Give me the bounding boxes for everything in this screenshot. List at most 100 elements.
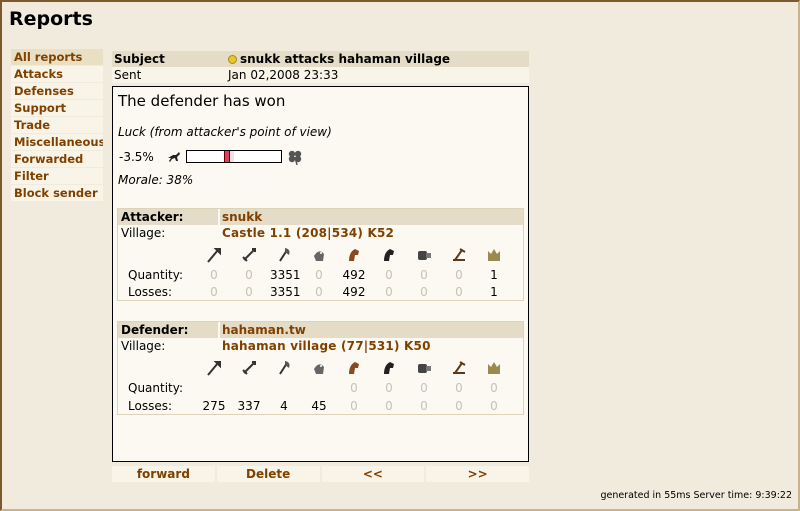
defender-losses-label: Losses: xyxy=(128,399,172,413)
unit-count-heavy-cavalry: 0 xyxy=(385,268,393,282)
server-time-footer: generated in 55ms Server time: 9:39:22 xyxy=(600,490,792,501)
catapult-icon xyxy=(453,361,466,374)
subject-label: Subject xyxy=(112,51,226,67)
unit-count-light-cavalry: 0 xyxy=(350,399,358,413)
ram-icon xyxy=(418,364,431,373)
delete-button[interactable]: Delete xyxy=(216,466,320,482)
unit-count-catapult: 0 xyxy=(455,399,463,413)
sword-icon xyxy=(242,361,256,375)
sidebar-item-attacks[interactable]: Attacks xyxy=(11,66,103,82)
unit-count-heavy-cavalry: 0 xyxy=(385,381,393,395)
defender-losses-row: Losses: 275 337 4 45 0 0 0 0 0 xyxy=(118,398,523,414)
axe-icon xyxy=(279,248,290,262)
sidebar-item-block-sender[interactable]: Block sender xyxy=(11,185,103,201)
report-status-dot-icon xyxy=(228,55,237,64)
unit-count-spear: 275 xyxy=(202,399,226,413)
defender-village[interactable]: hahaman village (77|531) K50 xyxy=(220,338,431,355)
luck-bar-marker xyxy=(224,151,231,162)
unit-count-spy: 0 xyxy=(315,268,323,282)
ram-icon xyxy=(418,251,431,260)
attacker-village[interactable]: Castle 1.1 (208|534) K52 xyxy=(220,225,394,242)
forward-button[interactable]: forward xyxy=(112,466,215,482)
attacker-losses-row: Losses: 0 0 3351 0 492 0 0 0 1 xyxy=(118,284,523,300)
unit-count-sword: 337 xyxy=(237,399,261,413)
unit-count-heavy-cavalry: 0 xyxy=(385,399,393,413)
defender-quantity-row: Quantity: 0 0 0 0 0 xyxy=(118,380,523,396)
unit-count-catapult: 0 xyxy=(455,268,463,282)
subject-cell: snukk attacks hahaman village xyxy=(226,51,529,67)
unit-count-nobleman: 0 xyxy=(490,399,498,413)
axe-icon xyxy=(279,361,290,375)
morale: Morale: 38% xyxy=(118,173,194,187)
spear-icon xyxy=(207,248,221,263)
report-navigation: forward Delete << >> xyxy=(112,466,529,482)
previous-report-button[interactable]: << xyxy=(321,466,425,482)
defender-quantity-label: Quantity: xyxy=(128,381,184,395)
unit-count-catapult: 0 xyxy=(455,381,463,395)
attacker-table: Attacker: snukk Village: Castle 1.1 (208… xyxy=(117,208,524,301)
unit-count-axe: 3351 xyxy=(270,268,301,282)
sidebar-item-defenses[interactable]: Defenses xyxy=(11,83,103,99)
sidebar-item-forwarded[interactable]: Forwarded xyxy=(11,151,103,167)
heavy-cavalry-icon xyxy=(384,362,394,374)
sent-label: Sent xyxy=(112,67,226,83)
unit-count-light-cavalry: 0 xyxy=(350,381,358,395)
sword-icon xyxy=(242,248,256,262)
page-title: Reports xyxy=(9,8,93,30)
unit-count-nobleman: 0 xyxy=(490,381,498,395)
heavy-cavalry-icon xyxy=(384,249,394,261)
unit-count-ram: 0 xyxy=(420,285,428,299)
report-subject: snukk attacks hahaman village xyxy=(240,52,451,66)
clover-icon xyxy=(288,150,302,166)
attacker-quantity-row: Quantity: 0 0 3351 0 492 0 0 0 1 xyxy=(118,267,523,283)
attacker-name[interactable]: snukk xyxy=(220,209,523,225)
unit-count-axe: 3351 xyxy=(270,285,301,299)
spear-icon xyxy=(207,361,221,376)
unit-count-axe: 4 xyxy=(280,399,288,413)
unit-count-sword: 0 xyxy=(245,268,253,282)
sidebar-item-trade[interactable]: Trade xyxy=(11,117,103,133)
sidebar-item-all-reports[interactable]: All reports xyxy=(11,49,103,65)
unit-count-light-cavalry: 492 xyxy=(342,285,366,299)
attacker-quantity-label: Quantity: xyxy=(128,268,184,282)
unit-count-ram: 0 xyxy=(420,381,428,395)
spy-icon xyxy=(314,251,324,261)
defender-village-label: Village: xyxy=(121,339,166,353)
unit-count-ram: 0 xyxy=(420,399,428,413)
defender-unit-icons xyxy=(118,359,523,377)
crow-icon xyxy=(168,152,180,162)
luck-bar xyxy=(186,150,282,163)
attacker-label: Attacker: xyxy=(118,209,218,225)
defender-table: Defender: hahaman.tw Village: hahaman vi… xyxy=(117,321,524,415)
unit-count-spear: 0 xyxy=(210,268,218,282)
sidebar-item-support[interactable]: Support xyxy=(11,100,103,116)
sidebar-item-filter[interactable]: Filter xyxy=(11,168,103,184)
unit-count-heavy-cavalry: 0 xyxy=(385,285,393,299)
attacker-unit-icons xyxy=(118,246,523,264)
luck-title: Luck (from attacker's point of view) xyxy=(118,125,332,139)
unit-count-spy: 0 xyxy=(315,285,323,299)
unit-count-nobleman: 1 xyxy=(490,268,498,282)
unit-count-nobleman: 1 xyxy=(490,285,498,299)
unit-count-sword: 0 xyxy=(245,285,253,299)
attacker-losses-label: Losses: xyxy=(128,285,172,299)
catapult-icon xyxy=(453,248,466,261)
report-header: Subject snukk attacks hahaman village Se… xyxy=(112,51,529,83)
luck-value: -3.5% xyxy=(119,150,154,164)
defender-name[interactable]: hahaman.tw xyxy=(220,322,523,338)
attacker-village-label: Village: xyxy=(121,226,166,240)
unit-count-spy: 45 xyxy=(311,399,327,413)
next-report-button[interactable]: >> xyxy=(426,466,529,482)
unit-count-light-cavalry: 492 xyxy=(342,268,366,282)
defender-label: Defender: xyxy=(118,322,218,338)
report-content: Subject snukk attacks hahaman village Se… xyxy=(112,51,529,462)
sent-date: Jan 02,2008 23:33 xyxy=(226,67,529,83)
light-cavalry-icon xyxy=(349,249,359,261)
nobleman-icon xyxy=(488,249,500,261)
nobleman-icon xyxy=(488,362,500,374)
report-body: The defender has won Luck (from attacker… xyxy=(112,86,529,462)
light-cavalry-icon xyxy=(349,362,359,374)
unit-count-spear: 0 xyxy=(210,285,218,299)
sidebar-item-miscellaneous[interactable]: Miscellaneous xyxy=(11,134,103,150)
battle-result: The defender has won xyxy=(118,92,286,110)
